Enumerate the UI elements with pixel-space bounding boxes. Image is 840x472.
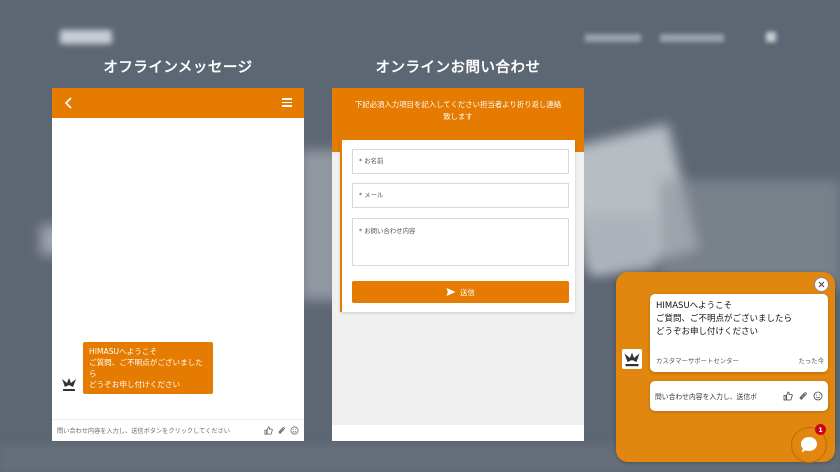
widget-input-bar: 問い合わせ内容を入力し、送信ボ	[650, 381, 828, 411]
unread-badge: 1	[815, 424, 826, 435]
bot-message-line: どうぞお申し付けください	[89, 380, 181, 389]
widget-message-line: ご質問、ご不明点がございましたら	[656, 314, 793, 325]
chat-bubble-icon	[801, 437, 817, 453]
inquiry-instructions-line: 致します	[443, 112, 473, 122]
offline-panel-header	[52, 88, 304, 118]
widget-message-card: HIMASUへようこそ ご質問、ご不明点がございましたら どうぞお申し付けくださ…	[650, 294, 828, 372]
widget-message-input[interactable]: 問い合わせ内容を入力し、送信ボ	[655, 391, 778, 401]
name-field[interactable]: * お名前	[352, 149, 569, 174]
widget-message-meta: カスタマーサポートセンター たった今	[656, 356, 824, 365]
background-site-logo	[60, 30, 112, 44]
bot-message-row: HIMASUへようこそ ご質問、ご不明点がございましたら どうぞお申し付けくださ…	[60, 342, 213, 394]
background-nav-item	[585, 34, 641, 42]
message-time: たった今	[798, 357, 824, 365]
smiley-icon[interactable]	[290, 426, 299, 435]
send-button[interactable]: 送信	[352, 281, 569, 303]
offline-message-title: オフラインメッセージ	[103, 60, 253, 76]
inquiry-instructions-line: 下記必須入力項目を記入してください担当者より折り返し連絡	[354, 100, 562, 109]
paperclip-icon[interactable]	[277, 426, 286, 435]
offline-message-input[interactable]: 問い合わせ内容を入力し、送信ボタンをクリックしてください	[57, 426, 260, 435]
thumbs-up-icon[interactable]	[264, 426, 273, 435]
widget-message: HIMASUへようこそ ご質問、ご不明点がございましたら どうぞお申し付けくださ…	[656, 300, 792, 340]
background-shape	[585, 215, 655, 270]
offline-message-input-bar: 問い合わせ内容を入力し、送信ボタンをクリックしてください	[52, 419, 304, 441]
smiley-icon[interactable]	[813, 391, 823, 401]
paper-plane-icon	[446, 288, 456, 296]
bot-avatar-icon	[622, 349, 642, 369]
close-icon	[818, 281, 825, 288]
offline-message-panel: HIMASUへようこそ ご質問、ご不明点がございましたら どうぞお申し付けくださ…	[52, 88, 304, 441]
bot-message-line: ご質問、ご不明点がございましたら	[89, 358, 203, 378]
inquiry-form: * お名前 * メール * お問い合わせ内容 送信	[340, 140, 575, 312]
close-widget-button[interactable]	[814, 277, 829, 292]
bot-avatar-icon	[60, 375, 78, 393]
bot-message-line: HIMASUへようこそ	[89, 347, 158, 356]
chevron-left-icon[interactable]	[62, 95, 76, 111]
widget-message-line: HIMASUへようこそ	[656, 301, 733, 311]
thumbs-up-icon[interactable]	[783, 391, 793, 401]
widget-message-line: どうぞお申し付けください	[656, 327, 759, 338]
online-inquiry-title: オンラインお問い合わせ	[375, 60, 541, 76]
email-field[interactable]: * メール	[352, 183, 569, 208]
background-nav-item	[660, 34, 724, 42]
bot-message-bubble: HIMASUへようこそ ご質問、ご不明点がございましたら どうぞお申し付けくださ…	[83, 342, 213, 394]
background-nav-icon	[766, 32, 776, 42]
send-button-label: 送信	[460, 287, 475, 297]
message-sender: カスタマーサポートセンター	[656, 357, 739, 365]
hamburger-menu-icon[interactable]	[282, 98, 292, 107]
message-field[interactable]: * お問い合わせ内容	[352, 218, 569, 266]
online-inquiry-panel: 下記必須入力項目を記入してください担当者より折り返し連絡 致します * お名前 …	[332, 88, 584, 441]
paperclip-icon[interactable]	[798, 391, 808, 401]
